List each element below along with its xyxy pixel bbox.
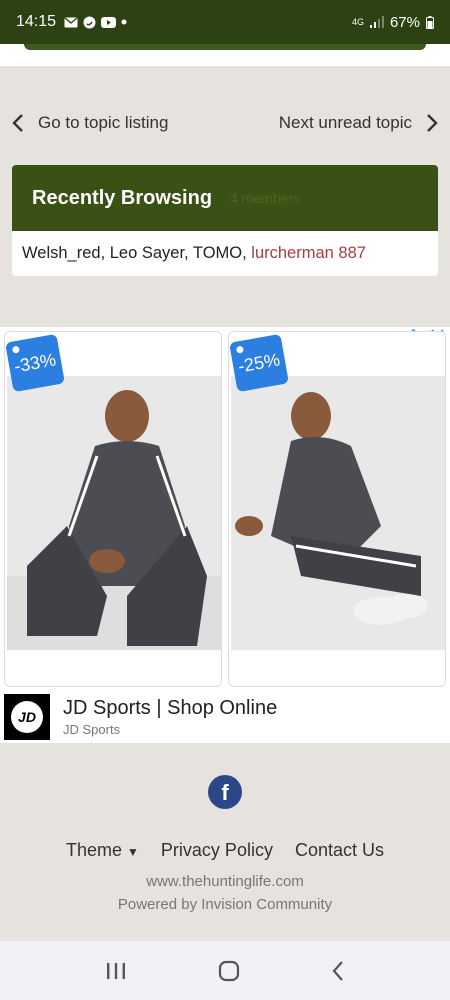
tracksuit-image: [7, 376, 221, 650]
discount-badge: -25%: [229, 333, 289, 393]
recently-browsing-title: Recently Browsing: [32, 186, 213, 209]
contact-us-link[interactable]: Contact Us: [295, 840, 384, 861]
advertiser-logo: JD: [4, 694, 50, 740]
battery-percent: 67%: [389, 13, 420, 31]
header-strip: [0, 44, 450, 66]
product-image[interactable]: [7, 376, 221, 650]
prev-topic-link[interactable]: Go to topic listing: [12, 113, 168, 133]
discount-text: -25%: [236, 349, 282, 377]
user-link-highlight[interactable]: lurcherman 887: [251, 244, 366, 262]
status-time: 14:15: [16, 13, 57, 30]
powered-by[interactable]: Powered by Invision Community: [0, 896, 450, 913]
mail-icon: [64, 16, 78, 27]
next-topic-label: Next unread topic: [278, 113, 412, 132]
topic-pager: Go to topic listing Next unread topic: [0, 106, 450, 140]
facebook-icon[interactable]: f: [208, 775, 242, 809]
signal-icon: [369, 16, 384, 28]
recently-browsing-card: Recently Browsing 4 members Welsh_red, L…: [12, 165, 438, 276]
theme-label: Theme: [65, 840, 123, 860]
youtube-icon: [101, 16, 117, 28]
whatsapp-icon: [83, 16, 96, 28]
recent-apps-icon[interactable]: [105, 961, 127, 981]
footer-links: Theme ▼ Privacy Policy Contact Us: [0, 840, 450, 861]
site-footer: f Theme ▼ Privacy Policy Contact Us www.…: [0, 743, 450, 941]
back-icon[interactable]: [331, 960, 345, 982]
battery-icon: [426, 15, 434, 29]
ad-product-card[interactable]: -25%: [228, 331, 446, 687]
discount-text: -33%: [12, 349, 58, 377]
ad-product-card[interactable]: -33%: [4, 331, 222, 687]
privacy-policy-link[interactable]: Privacy Policy: [161, 840, 273, 861]
ad-headline[interactable]: JD Sports | Shop Online: [63, 697, 277, 720]
logo-text: JD: [11, 701, 43, 733]
dot-icon: [121, 19, 127, 25]
next-topic-link[interactable]: Next unread topic: [279, 113, 438, 133]
product-image[interactable]: [231, 376, 445, 650]
discount-badge: -33%: [5, 333, 65, 393]
tracksuit-image: [231, 376, 445, 650]
android-nav-bar: [0, 941, 450, 1000]
advertisement[interactable]: -33% -25% JD JD Sports | Shop Online JD …: [0, 327, 450, 743]
status-bar: 14:15 4G 67%: [0, 0, 450, 44]
prev-topic-label: Go to topic listing: [38, 113, 169, 132]
chevron-left-icon: [12, 114, 23, 132]
recently-browsing-users: Welsh_red, Leo Sayer, TOMO, lurcherman 8…: [12, 231, 438, 276]
chevron-right-icon: [427, 114, 438, 132]
recently-browsing-header: Recently Browsing 4 members: [12, 165, 438, 231]
recently-browsing-count: 4 members: [230, 190, 301, 206]
ad-footer[interactable]: JD JD Sports | Shop Online JD Sports: [0, 691, 450, 743]
user-list[interactable]: Welsh_red, Leo Sayer, TOMO,: [22, 244, 251, 262]
caret-down-icon: ▼: [127, 845, 139, 859]
home-icon[interactable]: [218, 960, 240, 982]
network-type: 4G: [351, 17, 364, 27]
theme-selector[interactable]: Theme ▼: [66, 840, 139, 861]
ad-advertiser: JD Sports: [63, 722, 121, 737]
site-url[interactable]: www.thehuntinglife.com: [0, 873, 450, 890]
